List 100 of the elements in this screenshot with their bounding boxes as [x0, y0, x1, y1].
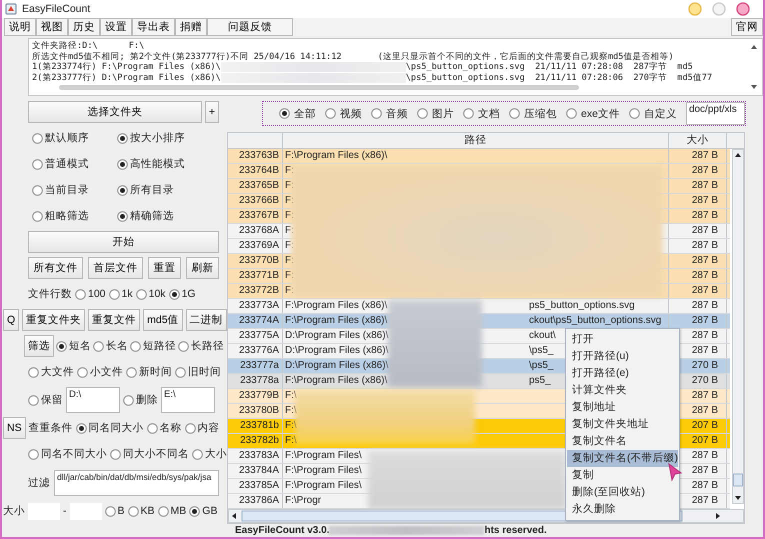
radio-button[interactable]: 默认顺序: [32, 131, 117, 145]
radio-button[interactable]: 音频: [371, 106, 408, 120]
radio-button[interactable]: 按大小排序: [117, 131, 202, 145]
radio-button[interactable]: 短路径: [130, 339, 176, 353]
close-button[interactable]: [736, 2, 750, 16]
text-area[interactable]: E:\: [161, 387, 215, 413]
radio-button[interactable]: 内容: [184, 421, 220, 435]
table-cell: 233768A: [228, 224, 283, 238]
log-line: 2(第233777行) D:\Program Files (x86)\: [32, 72, 221, 83]
menu-item[interactable]: 复制文件名(不带后缀): [567, 450, 678, 467]
radio-button[interactable]: 普通模式: [32, 157, 117, 171]
radio-button[interactable]: 长名: [93, 339, 128, 353]
radio-button[interactable]: 删除: [123, 393, 158, 407]
table-cell: 287 B: [669, 284, 727, 298]
table-cell: ps5_: [529, 374, 551, 388]
maximize-button[interactable]: [712, 2, 726, 16]
radio-label: GB: [202, 505, 218, 517]
radio-button[interactable]: 视频: [325, 106, 362, 120]
menu-item[interactable]: 说明: [4, 18, 36, 36]
custom-types-field[interactable]: doc/ppt/xls: [686, 102, 745, 125]
radio-button[interactable]: 图片: [417, 106, 454, 120]
text-area[interactable]: D:\: [66, 387, 120, 413]
button[interactable]: +: [204, 101, 219, 123]
table-cell: F:: [285, 239, 294, 253]
minimize-button[interactable]: [688, 2, 702, 16]
radio-label: 删除: [136, 393, 158, 407]
radio-label: 旧时间: [188, 365, 221, 379]
radio-button[interactable]: 旧时间: [175, 365, 221, 379]
radio-button[interactable]: 压缩包: [509, 106, 557, 120]
table-cell: 233777a: [228, 359, 283, 373]
radio-button[interactable]: 当前目录: [32, 183, 117, 197]
button[interactable]: 二进制: [186, 309, 227, 331]
table-cell: F:: [285, 269, 294, 283]
button[interactable]: 开始: [28, 231, 219, 253]
table-cell: 233784A: [228, 464, 283, 478]
radio-button[interactable]: 高性能模式: [117, 157, 202, 171]
table-cell: D:\Program Files (x86)\: [285, 344, 388, 358]
radio-button[interactable]: MB: [158, 505, 186, 517]
radio-button[interactable]: 保留: [28, 393, 63, 407]
table-cell: F:: [285, 194, 294, 208]
button[interactable]: NS: [3, 417, 26, 439]
menu-item[interactable]: 历史: [68, 18, 100, 36]
radio-button[interactable]: 大文件: [28, 365, 74, 379]
radio-button[interactable]: 同名同大小: [76, 421, 144, 435]
menu-item[interactable]: 捐赠: [175, 18, 207, 36]
radio-button[interactable]: exe文件: [566, 106, 620, 120]
menu-item[interactable]: 视图: [36, 18, 68, 36]
button[interactable]: 重置: [148, 257, 181, 279]
radio-label: 短名: [69, 339, 91, 353]
table-cell: 287 B: [669, 299, 727, 313]
radio-button[interactable]: 名称: [146, 421, 182, 435]
app-icon: [5, 3, 17, 15]
button[interactable]: 所有文件: [28, 257, 83, 279]
button[interactable]: Q: [3, 309, 20, 331]
radio-button[interactable]: 粗略筛选: [32, 209, 117, 223]
table-cell: F:\Program Files\: [285, 464, 362, 478]
radio-label: 同名不同大小: [41, 447, 107, 461]
table-cell: 233769A: [228, 239, 283, 253]
radio-label: 1k: [122, 288, 133, 300]
radio-button[interactable]: 100: [75, 288, 106, 300]
radio-button[interactable]: 同名不同大小: [28, 447, 107, 461]
website-button[interactable]: 官网: [731, 18, 763, 36]
radio-button[interactable]: 长路径: [178, 339, 224, 353]
button[interactable]: 重复文件: [88, 309, 140, 331]
text-area[interactable]: dll/jar/cab/bin/dat/db/msi/edb/sys/pak/jsa: [54, 470, 219, 496]
menu-item[interactable]: 导出表: [132, 18, 175, 36]
radio-button[interactable]: 1k: [108, 288, 133, 300]
radio-button[interactable]: GB: [189, 505, 218, 517]
table-cell: 233763B: [228, 149, 283, 163]
radio-button[interactable]: B: [104, 505, 125, 517]
radio-button[interactable]: 10k: [136, 288, 166, 300]
table-cell: 233775A: [228, 329, 283, 343]
radio-button[interactable]: 自定义: [628, 106, 677, 120]
table-cell: ps5_button_options.svg: [529, 299, 635, 313]
label: 查重条件: [28, 421, 73, 435]
button[interactable]: 首层文件: [88, 257, 143, 279]
radio-button[interactable]: 短名: [56, 339, 91, 353]
radio-button[interactable]: 新时间: [126, 365, 172, 379]
table-cell: F:: [285, 209, 294, 223]
radio-button[interactable]: 大小: [192, 447, 227, 461]
radio-label: 名称: [160, 421, 182, 435]
button[interactable]: 刷新: [186, 257, 219, 279]
radio-label: KB: [140, 505, 155, 517]
radio-button[interactable]: 同大小不同名: [110, 447, 189, 461]
radio-label: 粗略筛选: [45, 209, 89, 223]
radio-label: 自定义: [644, 106, 677, 120]
button[interactable]: 重复文件夹: [22, 309, 86, 331]
menu-item[interactable]: 问题反馈: [207, 18, 293, 36]
button[interactable]: 选择文件夹: [28, 101, 202, 123]
radio-button[interactable]: 小文件: [77, 365, 123, 379]
radio-button[interactable]: 1G: [168, 288, 196, 300]
menu-item[interactable]: 设置: [100, 18, 132, 36]
button[interactable]: md5值: [143, 309, 183, 331]
radio-button[interactable]: 全部: [279, 106, 316, 120]
radio-button[interactable]: 精确筛选: [117, 209, 202, 223]
button[interactable]: 筛选: [24, 335, 54, 357]
radio-button[interactable]: KB: [128, 505, 155, 517]
radio-button[interactable]: 文档: [463, 106, 500, 120]
radio-button[interactable]: 所有目录: [117, 183, 202, 197]
radio-label: 同大小不同名: [123, 447, 189, 461]
